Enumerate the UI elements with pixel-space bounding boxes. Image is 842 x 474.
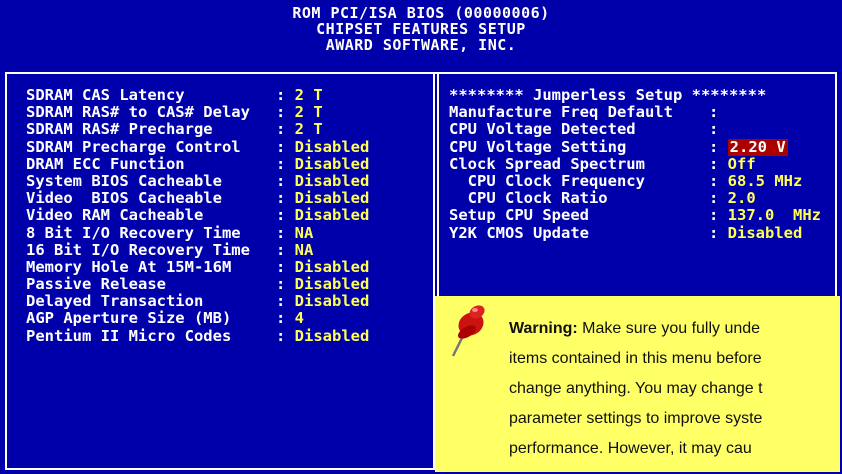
setting-value[interactable]: Disabled (295, 258, 370, 276)
setting-label: Memory Hole At 15M-16M (26, 257, 232, 276)
setting-label: AGP Aperture Size (MB) (26, 309, 232, 328)
pushpin-icon (451, 305, 485, 357)
setting-row-ras-precharge[interactable]: SDRAM RAS# Precharge: 2 T (26, 121, 369, 138)
setting-label: Manufacture Freq Default (449, 103, 673, 122)
setting-label: 8 Bit I/O Recovery Time (26, 223, 241, 242)
setting-row-manufacture-freq-default[interactable]: Manufacture Freq Default: (449, 103, 821, 122)
setting-value[interactable]: 2 T (295, 121, 323, 138)
setting-label: SDRAM Precharge Control (26, 137, 241, 156)
left-settings-list: SDRAM CAS Latency: 2 T SDRAM RAS# to CAS… (26, 86, 370, 345)
setting-label: CPU Voltage Setting (449, 137, 627, 156)
setting-row-video-bios-cacheable[interactable]: Video BIOS Cacheable: Disabled (26, 189, 370, 208)
setting-value[interactable]: Disabled (295, 207, 370, 224)
setting-value[interactable]: 2 T (295, 86, 323, 104)
setting-value[interactable]: Disabled (295, 327, 370, 345)
setup-page-title: CHIPSET FEATURES SETUP (316, 20, 526, 38)
warning-text: Warning: Make sure you fully unde items … (509, 320, 763, 457)
setting-value: 137.0 MHz (727, 206, 821, 225)
setting-row-8bit-io-recovery[interactable]: 8 Bit I/O Recovery Time: NA (26, 223, 369, 242)
setting-label: Video BIOS Cacheable (26, 189, 222, 208)
setting-row-clock-spread-spectrum[interactable]: Clock Spread Spectrum: Off (449, 154, 821, 173)
setting-row-cpu-clock-frequency[interactable]: CPU Clock Frequency: 68.5 MHz (449, 171, 821, 190)
setting-label: SDRAM RAS# Precharge (26, 120, 213, 139)
warning-note: Warning: Make sure you fully unde items … (435, 296, 840, 472)
setting-label: Y2K CMOS Update (449, 223, 589, 242)
right-settings-list: ******** Jumperless Setup ******** Manuf… (449, 86, 821, 242)
setting-row-dram-ecc[interactable]: DRAM ECC Function: Disabled (26, 154, 370, 173)
setting-value[interactable]: 2.0 (728, 189, 756, 207)
setting-value[interactable]: Disabled (295, 275, 370, 293)
setting-row-cpu-voltage-detected: CPU Voltage Detected: (449, 120, 728, 139)
setting-value[interactable]: NA (295, 241, 314, 259)
bios-header: ROM PCI/ISA BIOS (00000006) CHIPSET FEAT… (0, 0, 842, 60)
setting-label: Clock Spread Spectrum (449, 154, 645, 173)
setting-value[interactable]: Disabled (728, 224, 803, 242)
setting-value[interactable]: NA (295, 224, 314, 242)
setting-label: Video RAM Cacheable (26, 206, 204, 225)
setting-label: CPU Clock Frequency (449, 171, 645, 190)
setting-label: Passive Release (26, 275, 166, 294)
setting-row-sdram-cas-latency[interactable]: SDRAM CAS Latency: 2 T (26, 86, 369, 104)
setting-value[interactable]: Disabled (295, 172, 370, 190)
setting-value[interactable]: 68.5 MHz (728, 172, 803, 190)
setting-row-precharge-control[interactable]: SDRAM Precharge Control: Disabled (26, 137, 370, 156)
setting-label: Setup CPU Speed (449, 206, 589, 225)
setting-row-16bit-io-recovery[interactable]: 16 Bit I/O Recovery Time: NA (26, 240, 369, 259)
setting-row-setup-cpu-speed: Setup CPU Speed: 137.0 MHz (449, 206, 821, 225)
setting-row-memory-hole[interactable]: Memory Hole At 15M-16M: Disabled (26, 257, 370, 276)
section-heading: ******** Jumperless Setup ******** (449, 86, 767, 104)
setting-row-passive-release[interactable]: Passive Release: Disabled (26, 275, 370, 294)
setting-row-ras-to-cas-delay[interactable]: SDRAM RAS# to CAS# Delay: 2 T (26, 103, 369, 122)
setting-value[interactable]: 4 (295, 310, 304, 327)
setting-row-cpu-clock-ratio[interactable]: CPU Clock Ratio: 2.0 (449, 189, 821, 208)
setting-label: 16 Bit I/O Recovery Time (26, 240, 250, 259)
setting-value[interactable]: Off (728, 155, 756, 173)
setting-row-pentium-micro-codes[interactable]: Pentium II Micro Codes: Disabled (26, 326, 370, 345)
setting-label: DRAM ECC Function (26, 154, 185, 173)
setting-label: SDRAM CAS Latency (26, 86, 185, 104)
setting-value[interactable]: Disabled (295, 293, 370, 310)
setting-label: Delayed Transaction (26, 292, 204, 311)
bios-title: ROM PCI/ISA BIOS (00000006) (292, 4, 550, 22)
jumperless-setup-heading: ******** Jumperless Setup ******** (449, 86, 821, 104)
setting-label: System BIOS Cacheable (26, 171, 222, 190)
setting-row-delayed-transaction[interactable]: Delayed Transaction: Disabled (26, 293, 369, 310)
selected-setting-value[interactable]: 2.20 V (727, 138, 788, 156)
setting-row-system-bios-cacheable[interactable]: System BIOS Cacheable: Disabled (26, 171, 370, 190)
setting-row-video-ram-cacheable[interactable]: Video RAM Cacheable: Disabled (26, 207, 369, 224)
setting-row-cpu-voltage-setting[interactable]: CPU Voltage Setting: 2.20 V (449, 137, 821, 156)
setting-value[interactable]: 2 T (295, 103, 323, 121)
setting-row-y2k-cmos-update[interactable]: Y2K CMOS Update: Disabled (449, 223, 821, 242)
setting-value[interactable]: Disabled (295, 189, 370, 207)
setting-label: SDRAM RAS# to CAS# Delay (26, 103, 250, 122)
vendor-name: AWARD SOFTWARE, INC. (325, 36, 517, 54)
setting-row-agp-aperture[interactable]: AGP Aperture Size (MB): 4 (26, 310, 369, 327)
setting-value[interactable]: Disabled (295, 138, 370, 156)
warning-label: Warning: (509, 320, 578, 337)
setting-label: CPU Clock Ratio (449, 189, 608, 208)
setting-value[interactable]: Disabled (295, 155, 370, 173)
setting-label: CPU Voltage Detected (449, 120, 636, 139)
setting-label: Pentium II Micro Codes (26, 326, 232, 345)
